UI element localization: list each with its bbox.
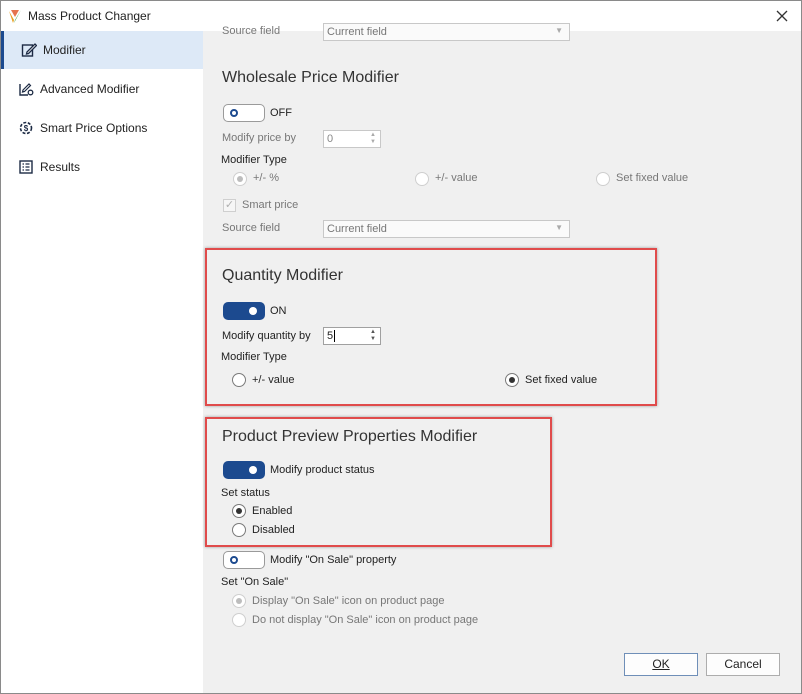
- close-button[interactable]: [773, 7, 791, 25]
- on-sale-option-label: Do not display "On Sale" icon on product…: [252, 614, 479, 626]
- status-option-label: Enabled: [252, 505, 293, 517]
- sidebar-item-smart-price-options[interactable]: $ Smart Price Options: [1, 109, 202, 147]
- set-on-sale-label: Set "On Sale": [221, 576, 289, 588]
- source-field-value: Current field: [327, 223, 387, 235]
- quantity-toggle[interactable]: [223, 302, 265, 320]
- modify-quantity-stepper[interactable]: 5 ▲ ▼: [323, 327, 381, 345]
- wholesale-toggle[interactable]: [223, 104, 265, 122]
- wholesale-radio-fixed[interactable]: [596, 172, 610, 186]
- source-field-label: Source field: [222, 222, 281, 234]
- product-status-toggle-label: Modify product status: [270, 464, 375, 476]
- sidebar-item-modifier[interactable]: Modifier: [1, 31, 205, 69]
- modify-quantity-value: 5: [327, 330, 334, 342]
- chevron-down-icon: ▼: [555, 223, 563, 232]
- quantity-toggle-label: ON: [270, 305, 287, 317]
- cancel-button[interactable]: Cancel: [706, 653, 780, 676]
- on-sale-radio-display[interactable]: [232, 594, 246, 608]
- preview-section-title: Product Preview Properties Modifier: [222, 428, 478, 445]
- on-sale-toggle-label: Modify "On Sale" property: [270, 554, 397, 566]
- wholesale-option-label: +/- value: [435, 172, 478, 184]
- ok-button[interactable]: OK: [624, 653, 698, 676]
- modify-price-value: 0: [327, 133, 334, 145]
- results-list-icon: [17, 159, 34, 176]
- modify-price-label: Modify price by: [222, 132, 296, 144]
- smart-price-checkbox[interactable]: ✓: [223, 199, 236, 212]
- price-gear-icon: $: [17, 120, 34, 137]
- spin-arrows-icon[interactable]: ▲ ▼: [368, 132, 378, 146]
- ok-button-label: OK: [652, 657, 670, 671]
- quantity-section-title: Quantity Modifier: [222, 267, 343, 284]
- advanced-edit-icon: [17, 81, 34, 98]
- mass-product-changer-window: Mass Product Changer Modifier Advanced M…: [0, 0, 802, 694]
- wholesale-modifier-type-label: Modifier Type: [221, 154, 287, 166]
- text-cursor: [334, 330, 335, 342]
- wholesale-section-title: Wholesale Price Modifier: [222, 69, 399, 86]
- source-field-value: Current field: [327, 26, 387, 38]
- wholesale-option-label: +/- %: [253, 172, 279, 184]
- wholesale-toggle-label: OFF: [270, 107, 292, 119]
- edit-icon: [20, 42, 37, 59]
- sidebar-item-results[interactable]: Results: [1, 148, 202, 186]
- quantity-option-label: +/- value: [252, 374, 295, 386]
- svg-text:$: $: [23, 124, 28, 133]
- source-field-select[interactable]: Current field ▼: [323, 23, 570, 41]
- sidebar-item-label: Results: [40, 160, 81, 174]
- wholesale-radio-value[interactable]: [415, 172, 429, 186]
- sidebar-item-advanced-modifier[interactable]: Advanced Modifier: [1, 70, 202, 108]
- spin-arrows-icon[interactable]: ▲ ▼: [368, 329, 378, 343]
- on-sale-option-label: Display "On Sale" icon on product page: [252, 595, 445, 607]
- chevron-down-icon: ▼: [555, 26, 563, 35]
- set-status-label: Set status: [221, 487, 270, 499]
- status-radio-disabled[interactable]: [232, 523, 246, 537]
- on-sale-radio-hide[interactable]: [232, 613, 246, 627]
- smart-price-label: Smart price: [242, 199, 299, 211]
- quantity-option-label: Set fixed value: [525, 374, 598, 386]
- wholesale-option-label: Set fixed value: [616, 172, 689, 184]
- sidebar-item-label: Advanced Modifier: [40, 82, 140, 96]
- sidebar-item-label: Smart Price Options: [40, 121, 148, 135]
- status-radio-enabled[interactable]: [232, 504, 246, 518]
- wholesale-source-field-select[interactable]: Current field ▼: [323, 220, 570, 238]
- close-icon: [776, 10, 788, 22]
- on-sale-toggle[interactable]: [223, 551, 265, 569]
- app-logo-icon: [9, 10, 21, 23]
- quantity-modifier-type-label: Modifier Type: [221, 351, 287, 363]
- status-option-label: Disabled: [252, 524, 295, 536]
- modify-quantity-label: Modify quantity by: [222, 330, 311, 342]
- sidebar: Modifier Advanced Modifier $ Smart Price…: [1, 31, 205, 693]
- modify-price-stepper[interactable]: 0 ▲ ▼: [323, 130, 381, 148]
- sidebar-item-label: Modifier: [43, 43, 86, 57]
- source-field-label: Source field: [222, 25, 281, 37]
- quantity-radio-fixed[interactable]: [505, 373, 519, 387]
- product-status-toggle[interactable]: [223, 461, 265, 479]
- window-title: Mass Product Changer: [28, 9, 151, 23]
- modifier-settings-panel[interactable]: Source field Current field ▼ Wholesale P…: [203, 23, 801, 693]
- quantity-radio-value[interactable]: [232, 373, 246, 387]
- wholesale-radio-percent[interactable]: [233, 172, 247, 186]
- cancel-button-label: Cancel: [724, 657, 762, 671]
